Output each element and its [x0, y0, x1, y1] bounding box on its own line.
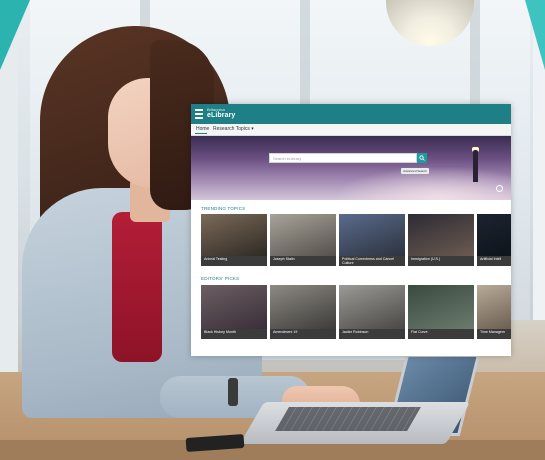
- editors-picks-title: EDITORS' PICKS: [201, 276, 240, 281]
- trending-card[interactable]: Artificial Intell: [477, 214, 511, 266]
- card-image: [339, 285, 405, 329]
- editors-card[interactable]: Jackie Robinson: [339, 285, 405, 339]
- trending-card[interactable]: Joseph Stalin: [270, 214, 336, 266]
- elibrary-window: Britannica eLibrary Home Research Topics…: [191, 104, 511, 356]
- nav-research-topics[interactable]: Research Topics ▾: [213, 126, 254, 132]
- card-label: Political Correctness and Cancel Culture: [339, 256, 405, 266]
- card-label: Artificial Intell: [477, 256, 511, 266]
- active-tab-indicator: [195, 133, 207, 134]
- card-label: Jackie Robinson: [339, 329, 405, 339]
- wristwatch: [228, 378, 238, 406]
- card-label: Animal Testing: [201, 256, 267, 266]
- editors-card[interactable]: Amendment 19: [270, 285, 336, 339]
- card-image: [477, 214, 511, 256]
- card-label: Flat Curve: [408, 329, 474, 339]
- card-label: Immigration (U.S.): [408, 256, 474, 266]
- card-label: Amendment 19: [270, 329, 336, 339]
- trending-card[interactable]: Animal Testing: [201, 214, 267, 266]
- trending-topics-title: TRENDING TOPICS: [201, 206, 246, 211]
- lighthouse: [473, 150, 478, 182]
- app-header: Britannica eLibrary: [191, 104, 511, 124]
- card-label: Time Managem: [477, 329, 511, 339]
- nav-home[interactable]: Home: [196, 126, 209, 132]
- card-image: [339, 214, 405, 256]
- advanced-search-button[interactable]: Advanced Search: [401, 168, 429, 174]
- card-image: [408, 285, 474, 329]
- search-button[interactable]: [417, 153, 427, 163]
- woman-red-top: [112, 212, 162, 362]
- card-image: [408, 214, 474, 256]
- brand-name[interactable]: eLibrary: [207, 112, 235, 119]
- laptop-keyboard: [275, 407, 421, 431]
- teal-corner-decoration: [525, 0, 545, 70]
- editors-card[interactable]: Black History Month: [201, 285, 267, 339]
- card-image: [201, 214, 267, 256]
- teal-corner-decoration: [0, 0, 30, 70]
- search-input[interactable]: Search eLibrary: [269, 153, 417, 163]
- card-image: [201, 285, 267, 329]
- card-image: [270, 214, 336, 256]
- editors-card[interactable]: Time Managem: [477, 285, 511, 339]
- card-image: [477, 285, 511, 329]
- card-label: Joseph Stalin: [270, 256, 336, 266]
- search-icon: [419, 155, 425, 161]
- info-icon[interactable]: [496, 185, 503, 192]
- top-nav: Home Research Topics ▾: [191, 124, 511, 136]
- trending-card[interactable]: Immigration (U.S.): [408, 214, 474, 266]
- card-image: [270, 285, 336, 329]
- editors-card[interactable]: Flat Curve: [408, 285, 474, 339]
- card-label: Black History Month: [201, 329, 267, 339]
- menu-icon[interactable]: [195, 109, 203, 119]
- hero-banner: Search eLibrary Advanced Search: [191, 136, 511, 200]
- trending-card[interactable]: Political Correctness and Cancel Culture: [339, 214, 405, 266]
